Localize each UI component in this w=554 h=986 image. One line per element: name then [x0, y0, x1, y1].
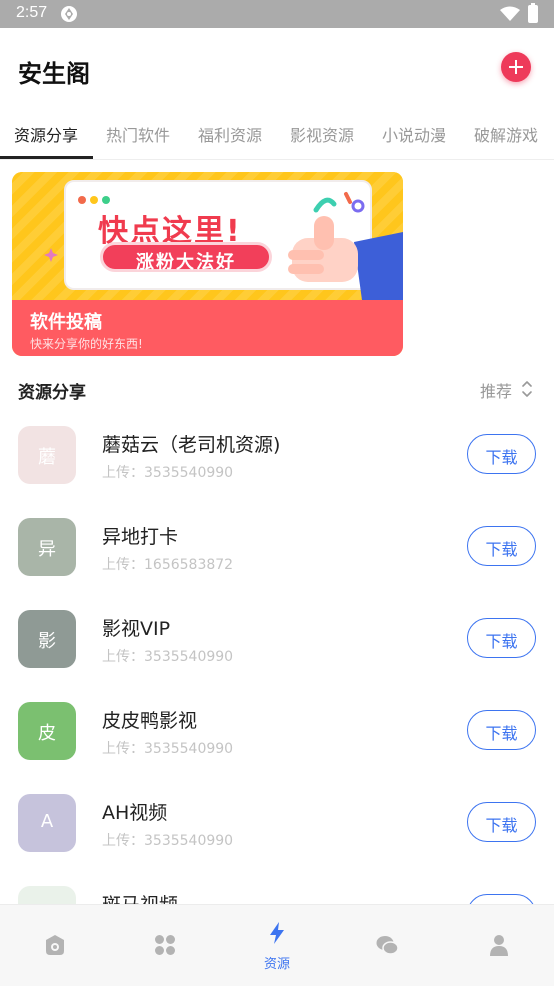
window-dot-icon — [78, 196, 86, 204]
app-name: 蘑菇云（老司机资源) — [102, 434, 281, 456]
thumbs-up-hand-icon — [288, 216, 403, 300]
tab-resource-share[interactable]: 资源分享 — [14, 122, 78, 146]
uploader-text: 上传：1656583872 — [102, 557, 234, 573]
banner-pill-text: 涨粉大法好 — [136, 252, 236, 273]
nav-apps[interactable] — [110, 905, 220, 986]
resource-list[interactable]: 蘑 蘑菇云（老司机资源) 上传：3535540990 下载 异 异地打卡 上传：… — [0, 410, 554, 904]
app-avatar: 影 — [18, 610, 76, 668]
app-avatar-char: 皮 — [38, 723, 56, 744]
download-label: 下载 — [485, 632, 518, 651]
list-item[interactable]: 斑马视频 — [0, 870, 554, 904]
section-title: 资源分享 — [18, 383, 86, 403]
bottom-nav: 资源 — [0, 904, 554, 986]
list-item[interactable]: 蘑 蘑菇云（老司机资源) 上传：3535540990 下载 — [0, 410, 554, 502]
app-avatar: A — [18, 794, 76, 852]
download-button[interactable]: 下载 — [467, 526, 536, 566]
nav-resources[interactable]: 资源 — [222, 905, 332, 986]
wifi-icon — [500, 6, 520, 21]
status-time: 2:57 — [16, 4, 48, 21]
banner-pill: 涨粉大法好 — [100, 242, 272, 273]
uploader-text: 上传：3535540990 — [102, 833, 234, 849]
app-avatar-char: A — [40, 811, 54, 832]
app-notification-icon — [61, 6, 77, 22]
download-label: 下载 — [485, 540, 518, 559]
lightning-icon — [270, 922, 284, 944]
nav-messages[interactable] — [332, 905, 442, 986]
download-button[interactable]: 下载 — [467, 618, 536, 658]
banner-footer-title: 软件投稿 — [30, 312, 102, 333]
promo-banner[interactable]: 快点这里! 涨粉大法好 软件投稿 快来分享你的好东西! — [12, 172, 403, 356]
chat-bubbles-icon — [376, 936, 399, 955]
section-header: 资源分享 推荐 — [0, 366, 554, 410]
app-name: AH视频 — [102, 802, 168, 824]
download-label: 下载 — [485, 816, 518, 835]
app-name: 斑马视频 — [102, 890, 178, 904]
app-name: 皮皮鸭影视 — [102, 710, 198, 732]
download-button[interactable]: 下载 — [467, 434, 536, 474]
nav-home[interactable] — [0, 905, 110, 986]
window-dot-icon — [102, 196, 110, 204]
app-avatar: 蘑 — [18, 426, 76, 484]
download-label: 下载 — [485, 448, 518, 467]
tab-welfare[interactable]: 福利资源 — [198, 122, 262, 146]
sort-label[interactable]: 推荐 — [480, 378, 512, 402]
app-avatar-char: 影 — [38, 631, 56, 652]
uploader-text: 上传：3535540990 — [102, 649, 234, 665]
list-item[interactable]: 影 影视VIP 上传：3535540990 下载 — [0, 594, 554, 686]
download-button[interactable]: 下载 — [467, 710, 536, 750]
tab-hot-software[interactable]: 热门软件 — [106, 122, 170, 146]
banner-footer-subtitle: 快来分享你的好东西! — [30, 337, 143, 351]
status-bar: 2:57 — [0, 0, 554, 28]
tab-video[interactable]: 影视资源 — [290, 122, 354, 146]
nav-profile[interactable] — [444, 905, 554, 986]
tab-novel-anime[interactable]: 小说动漫 — [382, 122, 446, 146]
active-tab-indicator — [0, 156, 93, 159]
sparkle-icon — [44, 248, 58, 262]
download-label: 下载 — [485, 724, 518, 743]
app-avatar-char: 蘑 — [38, 447, 56, 468]
app-avatar-char: 异 — [38, 539, 56, 560]
tab-cracked-games[interactable]: 破解游戏 — [474, 122, 538, 146]
app-avatar — [18, 886, 76, 904]
app-name: 影视VIP — [102, 618, 171, 640]
category-tabs: 资源分享 热门软件 福利资源 影视资源 小说动漫 破解游戏 — [0, 108, 554, 160]
plus-icon[interactable] — [501, 52, 531, 82]
user-icon — [490, 935, 508, 956]
app-title: 安生阁 — [18, 60, 90, 88]
download-button[interactable]: 下载 — [467, 802, 536, 842]
app-avatar: 皮 — [18, 702, 76, 760]
sort-updown-icon[interactable] — [520, 378, 534, 400]
battery-icon — [528, 3, 538, 23]
home-icon — [46, 935, 64, 955]
nav-resources-label: 资源 — [263, 957, 290, 972]
window-dot-icon — [90, 196, 98, 204]
uploader-text: 上传：3535540990 — [102, 741, 234, 757]
grid-apps-icon — [155, 935, 175, 955]
download-button[interactable] — [467, 894, 536, 904]
app-header: 安生阁 — [0, 28, 554, 108]
banner-footer: 软件投稿 快来分享你的好东西! — [12, 300, 403, 356]
list-item[interactable]: 异 异地打卡 上传：1656583872 下载 — [0, 502, 554, 594]
app-avatar: 异 — [18, 518, 76, 576]
uploader-text: 上传：3535540990 — [102, 465, 234, 481]
list-item[interactable]: A AH视频 上传：3535540990 下载 — [0, 778, 554, 870]
app-name: 异地打卡 — [102, 526, 179, 548]
list-item[interactable]: 皮 皮皮鸭影视 上传：3535540990 下载 — [0, 686, 554, 778]
